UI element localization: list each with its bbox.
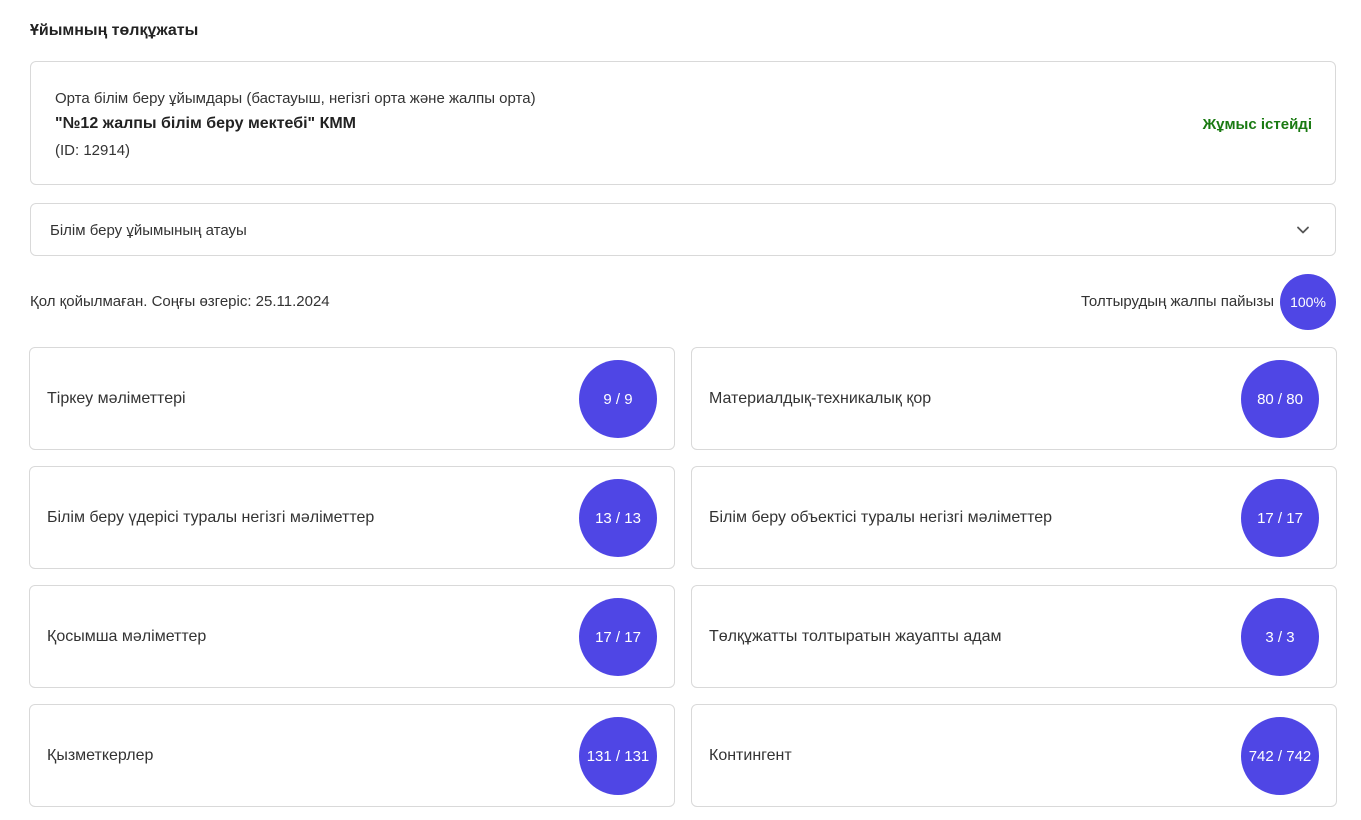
section-progress-badge: 13 / 13: [579, 479, 657, 557]
section-card[interactable]: Қосымша мәліметтер 17 / 17: [29, 585, 675, 688]
section-progress-badge: 17 / 17: [1241, 479, 1319, 557]
section-card[interactable]: Білім беру объектісі туралы негізгі мәлі…: [691, 466, 1337, 569]
section-card[interactable]: Материалдық-техникалық қор 80 / 80: [691, 347, 1337, 450]
section-card[interactable]: Контингент 742 / 742: [691, 704, 1337, 807]
section-label: Төлқұжатты толтыратын жауапты адам: [709, 627, 1002, 645]
organization-type: Орта білім беру ұйымдары (бастауыш, негі…: [55, 90, 536, 107]
section-progress-badge: 742 / 742: [1241, 717, 1319, 795]
section-label: Қосымша мәліметтер: [47, 627, 207, 645]
section-progress-badge: 3 / 3: [1241, 598, 1319, 676]
section-label: Контингент: [709, 746, 792, 764]
section-card[interactable]: Білім беру үдерісі туралы негізгі мәліме…: [29, 466, 675, 569]
section-label: Білім беру объектісі туралы негізгі мәлі…: [709, 508, 1053, 526]
section-label: Тіркеу мәліметтері: [47, 389, 186, 407]
chevron-down-icon: [1297, 226, 1309, 234]
organization-card: Орта білім беру ұйымдары (бастауыш, негі…: [30, 61, 1336, 185]
total-fill-label: Толтырудың жалпы пайызы: [1080, 293, 1274, 310]
section-label: Материалдық-техникалық қор: [709, 389, 932, 407]
status-badge: Жұмыс істейді: [1202, 116, 1312, 133]
organization-name-accordion[interactable]: Білім беру ұйымының атауы: [30, 203, 1336, 256]
section-label: Қызметкерлер: [47, 746, 154, 764]
total-fill-badge: 100%: [1280, 274, 1336, 330]
accordion-label: Білім беру ұйымының атауы: [50, 222, 247, 239]
organization-id: (ID: 12914): [55, 142, 131, 159]
section-card[interactable]: Төлқұжатты толтыратын жауапты адам 3 / 3: [691, 585, 1337, 688]
passport-page: Ұйымның төлқұжаты Орта білім беру ұйымда…: [0, 0, 1361, 820]
page-title: Ұйымның төлқұжаты: [30, 22, 199, 39]
section-progress-badge: 131 / 131: [579, 717, 657, 795]
section-label: Білім беру үдерісі туралы негізгі мәліме…: [47, 508, 375, 526]
section-progress-badge: 17 / 17: [579, 598, 657, 676]
section-progress-badge: 9 / 9: [579, 360, 657, 438]
organization-name: "№12 жалпы білім беру мектебі" КММ: [55, 115, 356, 132]
sign-status: Қол қойылмаған. Соңғы өзгеріс: 25.11.202…: [30, 293, 330, 310]
section-card[interactable]: Тіркеу мәліметтері 9 / 9: [29, 347, 675, 450]
section-card[interactable]: Қызметкерлер 131 / 131: [29, 704, 675, 807]
section-progress-badge: 80 / 80: [1241, 360, 1319, 438]
